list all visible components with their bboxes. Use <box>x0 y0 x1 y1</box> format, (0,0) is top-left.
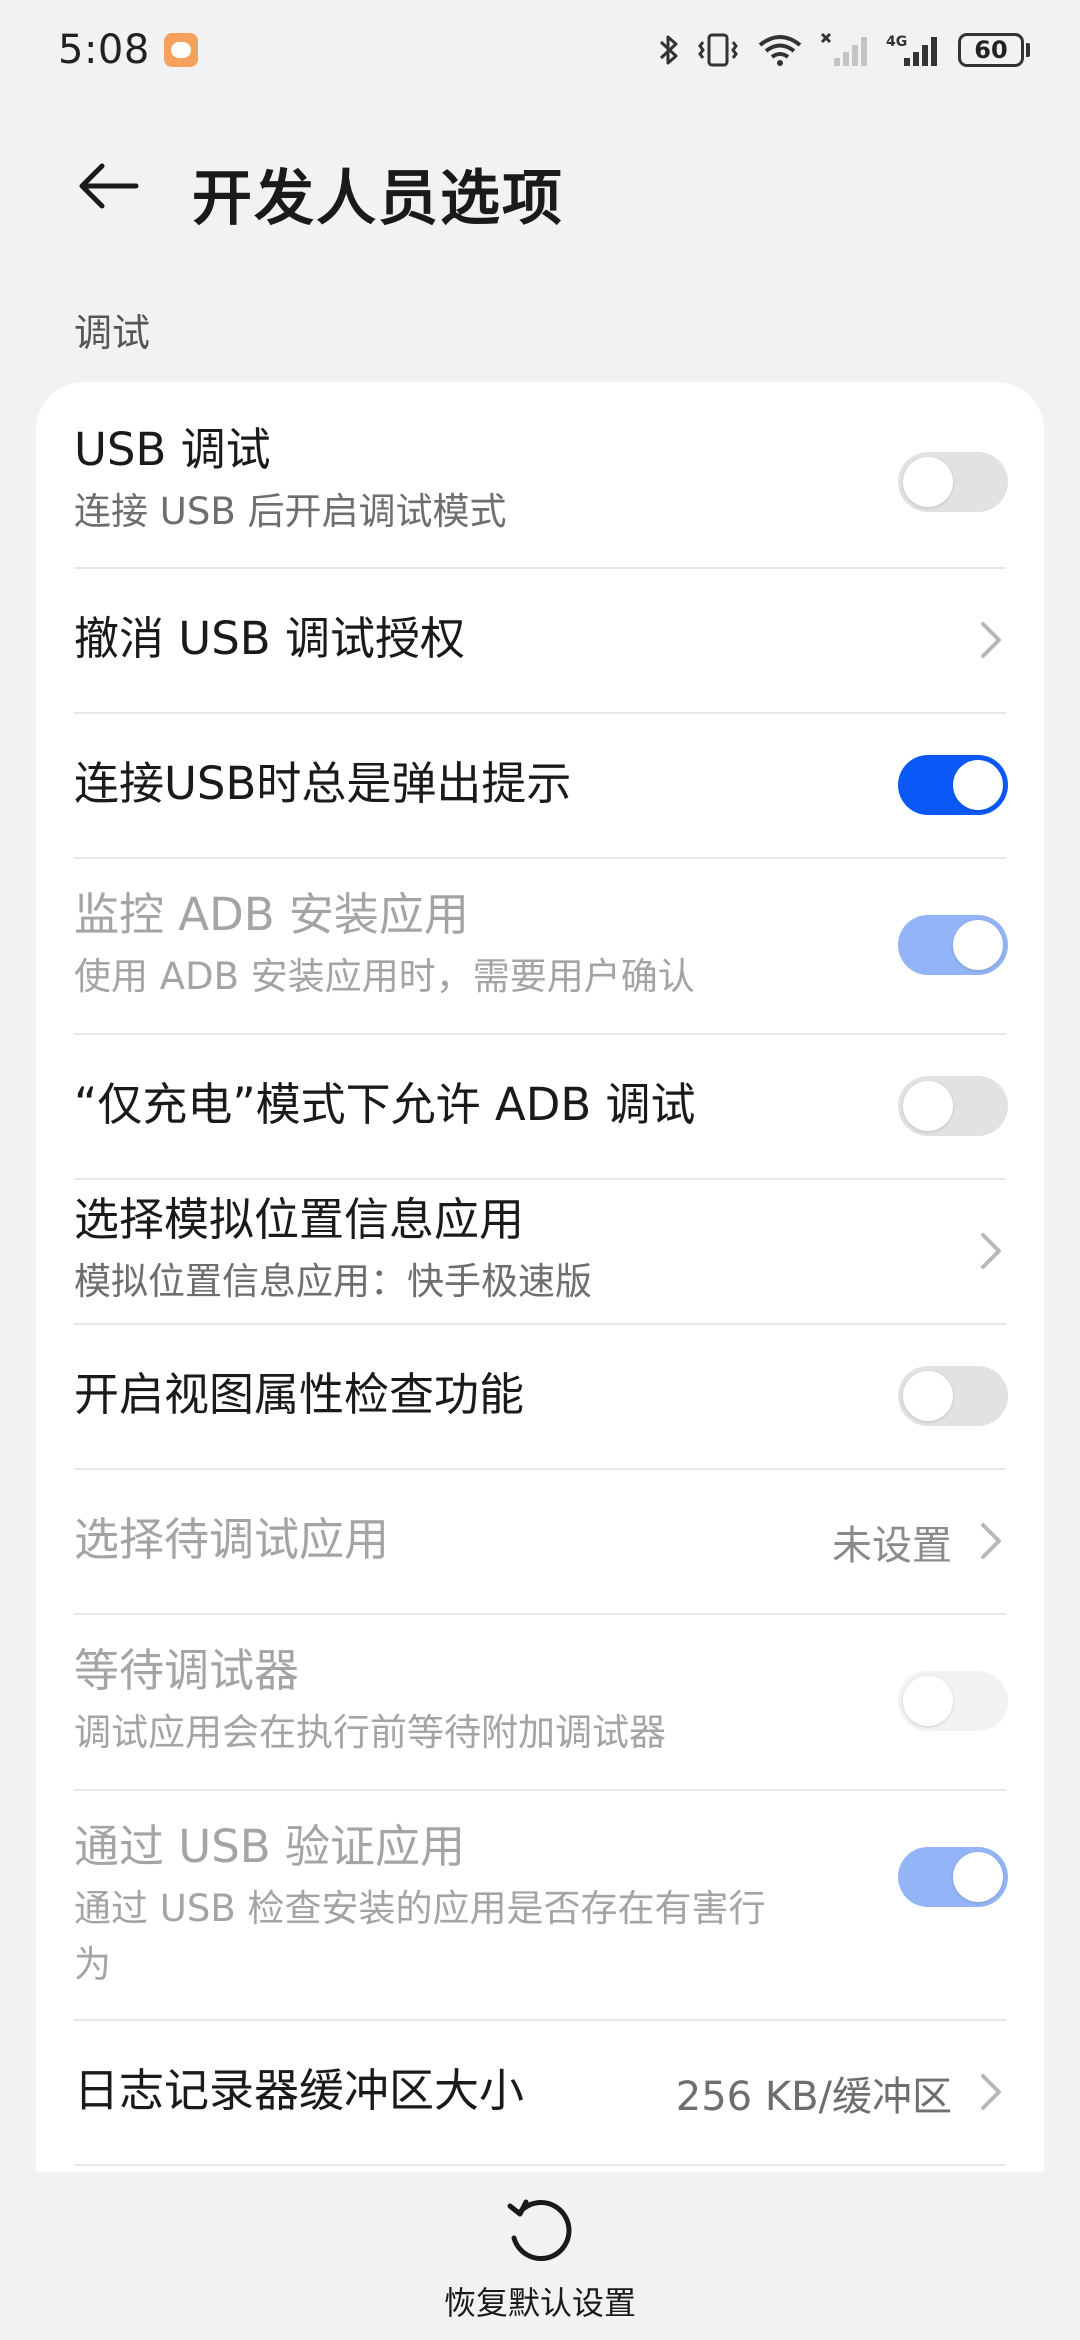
usb-debugging-toggle[interactable] <box>898 452 1008 512</box>
list-item-logger-buffer-size[interactable]: 日志记录器缓冲区大小 256 KB/缓冲区 <box>36 2021 1044 2163</box>
status-bar: 5:08 4G 60 <box>0 0 1080 100</box>
battery-level: 60 <box>958 33 1024 67</box>
vibrate-icon <box>696 32 740 68</box>
item-value: 未设置 <box>832 1523 952 1569</box>
usb-prompt-toggle[interactable] <box>898 755 1008 815</box>
charge-only-adb-toggle[interactable] <box>898 1076 1008 1136</box>
item-subtitle: 通过 USB 检查安装的应用是否存在有害行 <box>74 1887 766 1930</box>
chevron-right-icon <box>981 622 1001 658</box>
item-value: 256 KB/缓冲区 <box>675 2074 952 2120</box>
list-item-charge-only-adb[interactable]: “仅充电”模式下允许 ADB 调试 <box>36 1035 1044 1177</box>
signal-4g-icon: 4G <box>886 32 942 68</box>
view-attr-toggle[interactable] <box>898 1366 1008 1426</box>
wait-debugger-toggle[interactable] <box>898 1671 1008 1731</box>
signal-off-icon <box>820 32 870 68</box>
bluetooth-icon <box>658 32 680 68</box>
list-item-monitor-adb-install[interactable]: 监控 ADB 安装应用 使用 ADB 安装应用时，需要用户确认 <box>36 859 1044 1032</box>
svg-text:4G: 4G <box>886 34 907 50</box>
app-notification-icon <box>163 33 198 67</box>
wifi-icon <box>756 32 804 68</box>
list-item-view-attr-inspection[interactable]: 开启视图属性检查功能 <box>36 1325 1044 1467</box>
item-title: 监控 ADB 安装应用 <box>74 888 469 941</box>
item-title: 开启视图属性检查功能 <box>74 1368 525 1421</box>
item-subtitle: 连接 USB 后开启调试模式 <box>74 490 507 533</box>
item-title: “仅充电”模式下允许 ADB 调试 <box>74 1078 696 1131</box>
item-subtitle-cont: 为 <box>74 1943 111 1986</box>
page-title: 开发人员选项 <box>192 164 564 234</box>
app-header: 开发人员选项 <box>0 130 1080 240</box>
item-subtitle: 调试应用会在执行前等待附加调试器 <box>74 1711 666 1754</box>
item-title: 撤消 USB 调试授权 <box>74 612 465 665</box>
list-item-usb-prompt[interactable]: 连接USB时总是弹出提示 <box>36 714 1044 856</box>
list-item-wait-for-debugger[interactable]: 等待调试器 调试应用会在执行前等待附加调试器 <box>36 1615 1044 1788</box>
section-label-debug: 调试 <box>74 311 151 355</box>
restore-defaults-button[interactable]: 恢复默认设置 <box>440 2194 640 2334</box>
chevron-right-icon <box>981 2074 1001 2110</box>
item-title: 通过 USB 验证应用 <box>74 1820 465 1873</box>
item-title: 选择模拟位置信息应用 <box>74 1193 525 1246</box>
battery-icon: 60 <box>958 33 1030 67</box>
list-item-mock-location-app[interactable]: 选择模拟位置信息应用 模拟位置信息应用：快手极速版 <box>36 1180 1044 1322</box>
item-title: USB 调试 <box>74 423 271 476</box>
monitor-adb-toggle[interactable] <box>898 915 1008 975</box>
list-item-select-debug-app[interactable]: 选择待调试应用 未设置 <box>36 1470 1044 1612</box>
item-subtitle: 模拟位置信息应用：快手极速版 <box>74 1260 592 1303</box>
list-item-revoke-usb-auth[interactable]: 撤消 USB 调试授权 <box>36 569 1044 711</box>
restore-icon <box>507 2199 572 2261</box>
chevron-right-icon <box>981 1523 1001 1559</box>
item-subtitle: 使用 ADB 安装应用时，需要用户确认 <box>74 955 695 998</box>
back-button[interactable] <box>72 154 144 218</box>
status-time: 5:08 <box>58 27 150 73</box>
restore-defaults-label: 恢复默认设置 <box>443 2284 636 2322</box>
item-title: 等待调试器 <box>74 1644 300 1697</box>
chevron-right-icon <box>981 1233 1001 1269</box>
item-title: 选择待调试应用 <box>74 1513 390 1566</box>
list-item-verify-apps-usb[interactable]: 通过 USB 验证应用 通过 USB 检查安装的应用是否存在有害行 为 <box>36 1791 1044 2019</box>
bottom-action-bar: 恢复默认设置 <box>0 2172 1080 2340</box>
list-item-usb-debugging[interactable]: USB 调试 连接 USB 后开启调试模式 <box>36 382 1044 567</box>
settings-card: USB 调试 连接 USB 后开启调试模式 撤消 USB 调试授权 连接USB时… <box>36 382 1044 2182</box>
back-arrow-icon <box>79 163 139 209</box>
verify-apps-toggle[interactable] <box>898 1847 1008 1907</box>
item-title: 连接USB时总是弹出提示 <box>74 757 572 810</box>
